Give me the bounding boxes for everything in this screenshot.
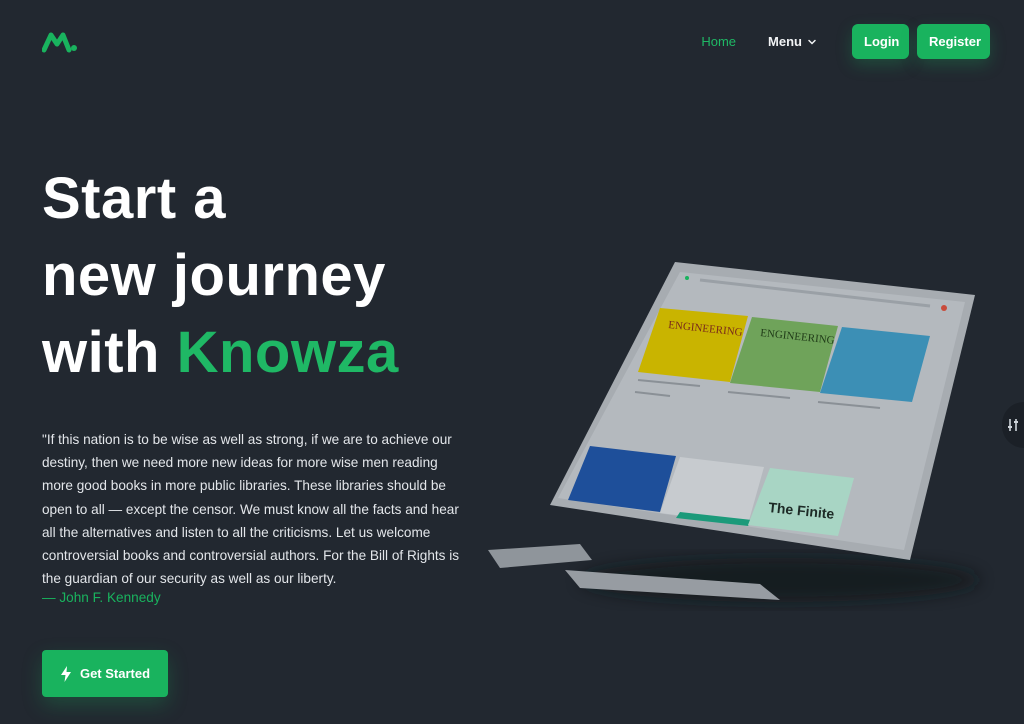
quote-author: — John F. Kennedy (42, 590, 161, 605)
hero-title-brand: Knowza (176, 320, 399, 385)
register-button[interactable]: Register (917, 24, 990, 59)
chevron-down-icon (808, 39, 816, 45)
laptop-illustration: ENGINEERING ENGINEERING The Finite (488, 262, 980, 602)
settings-side-tab[interactable] (1002, 402, 1024, 448)
get-started-label: Get Started (79, 666, 151, 681)
hero-title-line2: new journey (42, 243, 386, 308)
hero-title-line3-prefix: with (42, 320, 177, 385)
hero-quote: "If this nation is to be wise as well as… (42, 432, 460, 587)
top-nav: Home Menu Login Register (701, 24, 990, 59)
hero-title: Start a new journey with Knowza (42, 160, 399, 391)
sliders-icon (1008, 419, 1018, 431)
hero-title-line1: Start a (42, 166, 227, 231)
get-started-button[interactable]: Get Started (42, 650, 168, 697)
keyboard-left (488, 544, 592, 568)
knowza-logo[interactable] (42, 30, 78, 54)
lightning-bolt-icon (60, 665, 71, 682)
nav-menu-dropdown[interactable]: Menu (768, 34, 818, 49)
nav-menu-label[interactable]: Menu (768, 34, 802, 49)
nav-home-link[interactable]: Home (701, 34, 736, 49)
login-button[interactable]: Login (852, 24, 909, 59)
